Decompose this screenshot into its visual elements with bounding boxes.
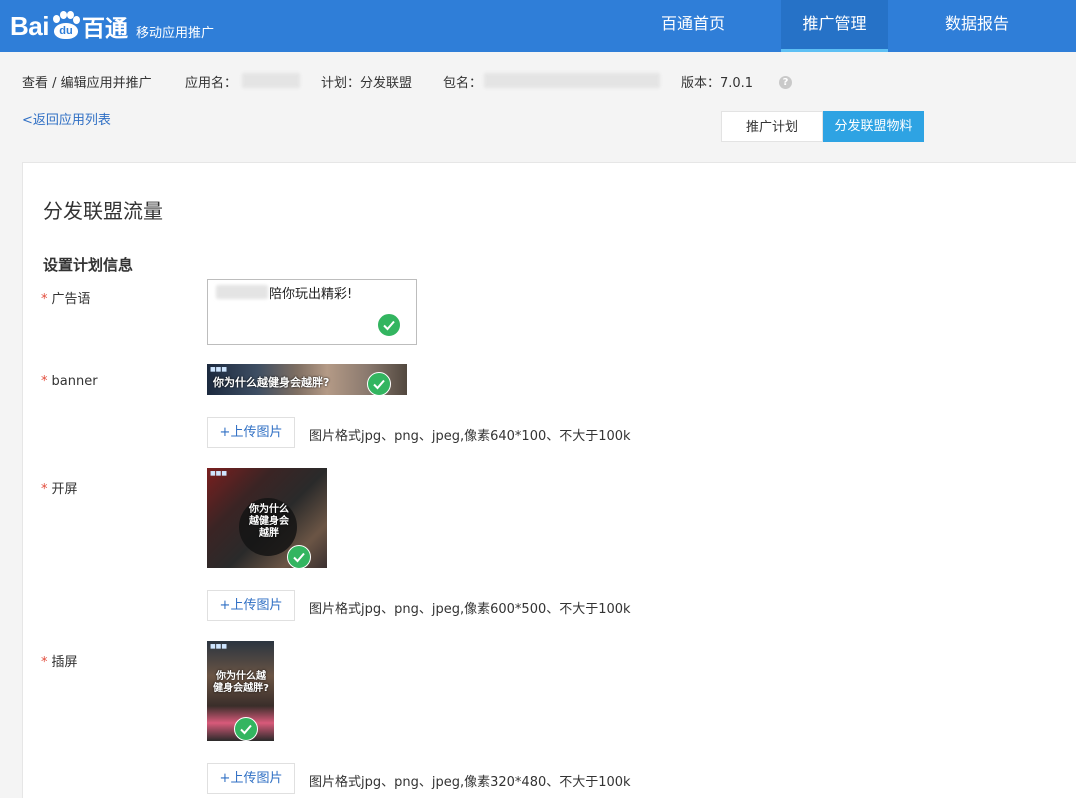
section-title: 设置计划信息 (43, 256, 134, 274)
nav-reports[interactable]: 数据报告 (922, 0, 1032, 52)
tab-promotion-plan[interactable]: 推广计划 (721, 111, 823, 142)
interstitial-hint: 图片格式jpg、png、jpeg,像素320*480、不大于100k (309, 775, 631, 790)
splash-label: * 开屏 (41, 482, 78, 497)
logo-cn: 百通 (81, 16, 128, 42)
app-name-label: 应用名： (185, 76, 238, 91)
check-icon (234, 717, 258, 741)
package-label: 包名： (443, 76, 483, 91)
required-mark: * (41, 655, 48, 670)
back-to-app-list-link[interactable]: <返回应用列表 (22, 109, 111, 128)
required-mark: * (41, 482, 48, 497)
nav-home[interactable]: 百通首页 (638, 0, 748, 52)
app-name-redacted (242, 73, 300, 88)
interstitial-image-text: 你为什么越健身会越胖? (213, 671, 269, 694)
interstitial-upload-button[interactable]: +上传图片 (207, 763, 295, 794)
package-redacted (484, 73, 660, 88)
main-card: 分发联盟流量 设置计划信息 * 广告语 陪你玩出精彩! * banner ■■■ 你… (22, 162, 1076, 798)
required-mark: * (41, 292, 48, 307)
ad-slogan-text: 陪你玩出精彩! (269, 287, 353, 302)
required-mark: * (41, 374, 48, 389)
logo-du: du (53, 23, 78, 39)
banner-image-text: 你为什么越健身会越胖? (213, 376, 330, 389)
baidu-logo[interactable]: Bai du 百通 移动应用推广 (10, 4, 214, 48)
check-icon (367, 372, 391, 396)
ad-slogan-input[interactable]: 陪你玩出精彩! (207, 279, 417, 345)
splash-upload-button[interactable]: +上传图片 (207, 590, 295, 621)
logo-text: Bai (10, 10, 49, 41)
card-title: 分发联盟流量 (43, 199, 163, 223)
ad-slogan-label: * 广告语 (41, 292, 91, 307)
top-bar: Bai du 百通 移动应用推广 百通首页 推广管理 数据报告 (0, 0, 1076, 52)
check-icon (287, 545, 311, 569)
brand-tag: ■■■ (210, 470, 228, 477)
paw-icon: du (50, 11, 80, 41)
breadcrumb: 查看 / 编辑应用并推广 (22, 76, 152, 91)
tab-union-materials[interactable]: 分发联盟物料 (823, 111, 924, 142)
nav-promotion[interactable]: 推广管理 (781, 0, 888, 52)
slogan-redacted (216, 285, 268, 299)
banner-upload-button[interactable]: +上传图片 (207, 417, 295, 448)
version-label: 版本：7.0.1 (681, 76, 754, 91)
splash-image-text: 你为什么越健身会越胖 (249, 504, 289, 539)
interstitial-label: * 插屏 (41, 655, 78, 670)
splash-hint: 图片格式jpg、png、jpeg,像素600*500、不大于100k (309, 602, 631, 617)
brand-tag: ■■■ (210, 643, 228, 650)
help-icon[interactable]: ? (779, 76, 792, 89)
banner-label: * banner (41, 374, 98, 389)
plan-label: 计划：分发联盟 (321, 76, 413, 91)
brand-tag: ■■■ (210, 366, 228, 373)
banner-hint: 图片格式jpg、png、jpeg,像素640*100、不大于100k (309, 429, 631, 444)
logo-subtitle: 移动应用推广 (135, 25, 214, 41)
check-icon (377, 313, 401, 337)
